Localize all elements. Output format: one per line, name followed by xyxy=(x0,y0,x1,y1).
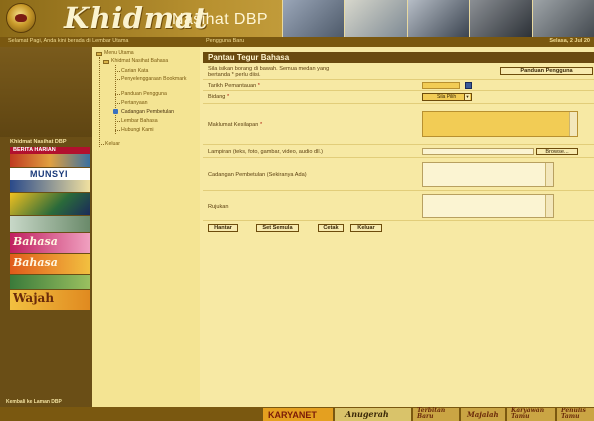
banner-text[interactable] xyxy=(10,216,90,232)
header-photo xyxy=(469,0,532,37)
main-content: Pantau Tegur Bahasa Sila isikan borang d… xyxy=(200,47,594,407)
form-instruction: Sila isikan borang di bawah. Semua medan… xyxy=(208,66,330,78)
form-title: Pantau Tegur Bahasa xyxy=(203,52,594,63)
lampiran-row: Lampiran (teks, foto, gambar, video, aud… xyxy=(203,146,594,158)
header-photo-strip xyxy=(282,0,594,37)
karyanet-link[interactable]: KARYANET xyxy=(263,408,333,421)
folder-icon xyxy=(103,60,109,64)
tarikh-row: Tarikh Pemantauan * xyxy=(203,81,594,91)
date-text: Selasa, 2 Jul 20 xyxy=(549,38,590,44)
tree-connector xyxy=(115,121,120,122)
banner-green[interactable] xyxy=(10,275,90,289)
maklumat-label: Maklumat Kesilapan * xyxy=(208,122,263,128)
back-to-dbp-link[interactable]: Kembali ke Laman DBP xyxy=(6,399,62,405)
left-decoration xyxy=(0,47,92,137)
file-path-input[interactable] xyxy=(422,148,534,155)
tree-root[interactable]: Menu Utama xyxy=(104,50,134,56)
chevron-down-icon: ▼ xyxy=(464,94,470,100)
banner-munsyi[interactable]: MUNSYI xyxy=(10,168,90,192)
folder-icon xyxy=(96,52,102,56)
date-input[interactable] xyxy=(422,82,460,89)
tree-connector xyxy=(99,57,100,147)
tree-item-panduan[interactable]: Panduan Pengguna xyxy=(121,91,167,97)
tree-group[interactable]: Khidmat Nasihat Bahasa xyxy=(111,58,168,64)
bottom-navigation: KARYANET Anugerah Terbitan Baru Majalah … xyxy=(0,407,594,421)
anugerah-link[interactable]: Anugerah xyxy=(335,408,411,421)
tarikh-label: Tarikh Pemantauan * xyxy=(208,83,260,89)
tree-connector xyxy=(115,103,120,104)
navigation-tree: Menu Utama Khidmat Nasihat Bahasa Carian… xyxy=(92,47,200,407)
rujukan-row: Rujukan xyxy=(203,192,594,221)
header-photo xyxy=(344,0,407,37)
instruction-row: Sila isikan borang di bawah. Semua medan… xyxy=(203,64,594,80)
banner-bahasa-2[interactable]: Bahasa xyxy=(10,254,90,274)
karyawan-tamu-link[interactable]: Karyawan Tamu xyxy=(507,408,555,421)
submit-button[interactable]: Hantar xyxy=(208,224,238,232)
header-photo xyxy=(531,0,594,37)
textarea-scrollbar[interactable] xyxy=(569,112,577,136)
tree-connector xyxy=(115,130,120,131)
bidang-label: Bidang * xyxy=(208,94,230,100)
greeting-text: Selamat Pagi, Anda kini berada di Lembar… xyxy=(8,38,129,44)
banner-bahasa-1[interactable]: Bahasa xyxy=(10,233,90,253)
tree-item-carian-kata[interactable]: Carian Kata xyxy=(121,68,148,74)
cadangan-label: Cadangan Pembetulan (Sekiranya Ada) xyxy=(208,172,307,178)
tree-connector xyxy=(115,71,120,72)
textarea-scrollbar[interactable] xyxy=(545,163,553,186)
tree-item-bookmark[interactable]: Penyelenggaraan Bookmark xyxy=(121,76,186,82)
tree-connector xyxy=(99,144,104,145)
tree-item-pertanyaan[interactable]: Pertanyaan xyxy=(121,100,148,106)
brand-subtitle: Nasihat DBP xyxy=(172,11,268,28)
penulis-tamu-link[interactable]: Penulis Tamu xyxy=(557,408,594,421)
tree-connector xyxy=(115,65,116,134)
header-photo xyxy=(406,0,470,37)
banner-wajah[interactable]: Wajah xyxy=(10,290,90,310)
tree-item-lembar[interactable]: Lembar Bahasa xyxy=(121,118,158,124)
site-header: Khidmat Nasihat DBP xyxy=(0,0,594,37)
tree-item-hubungi[interactable]: Hubungi Kami xyxy=(121,127,154,133)
banner-berita-harian[interactable]: BERITA HARIAN xyxy=(10,147,90,167)
cadangan-row: Cadangan Pembetulan (Sekiranya Ada) xyxy=(203,159,594,191)
sidebar-section-label: Khidmat Nasihat DBP xyxy=(10,139,67,145)
header-photo xyxy=(282,0,345,37)
lampiran-label: Lampiran (teks, foto, gambar, video, aud… xyxy=(208,149,324,155)
calendar-icon[interactable] xyxy=(465,82,472,89)
tree-connector xyxy=(115,94,120,95)
textarea-scrollbar[interactable] xyxy=(545,195,553,217)
terbitan-baru-link[interactable]: Terbitan Baru xyxy=(413,408,459,421)
banner-list: BERITA HARIAN MUNSYI Bahasa Bahasa Wajah xyxy=(10,147,90,311)
print-button[interactable]: Cetak xyxy=(318,224,344,232)
maklumat-textarea[interactable] xyxy=(422,111,578,137)
exit-button[interactable]: Keluar xyxy=(350,224,382,232)
rujukan-label: Rujukan xyxy=(208,204,229,210)
bidang-select-value: Sila Pilih xyxy=(437,94,457,100)
active-node-icon xyxy=(113,109,118,114)
maklumat-row: Maklumat Kesilapan * xyxy=(203,105,594,145)
reset-button[interactable]: Set Semula xyxy=(256,224,299,232)
dbp-logo[interactable] xyxy=(6,3,36,33)
bidang-select[interactable]: Sila Pilih ▼ xyxy=(422,93,472,101)
bidang-row: Bidang * Sila Pilih ▼ xyxy=(203,92,594,104)
status-bar: Selamat Pagi, Anda kini berada di Lembar… xyxy=(0,37,594,47)
tree-connector xyxy=(115,79,120,80)
cadangan-textarea[interactable] xyxy=(422,162,554,187)
user-guide-button[interactable]: Panduan Pengguna xyxy=(500,67,593,75)
rujukan-textarea[interactable] xyxy=(422,194,554,218)
tree-item-keluar[interactable]: Keluar xyxy=(105,141,120,147)
left-sidebar: Khidmat Nasihat DBP BERITA HARIAN MUNSYI… xyxy=(0,47,92,407)
banner-photo[interactable] xyxy=(10,193,90,215)
majalah-link[interactable]: Majalah xyxy=(461,408,505,421)
tree-item-cadangan[interactable]: Cadangan Pembetulan xyxy=(121,109,174,115)
user-status: Pengguna Baru xyxy=(206,38,245,44)
browse-button[interactable]: Browse... xyxy=(536,148,578,155)
